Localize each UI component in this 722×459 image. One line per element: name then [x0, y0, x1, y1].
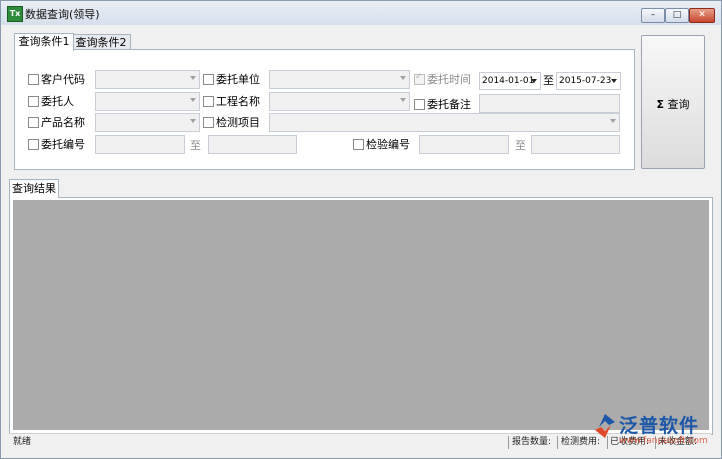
chevron-down-icon [611, 79, 617, 83]
consign-time-checkbox[interactable] [414, 72, 425, 85]
consign-no-to-label: 至 [190, 139, 201, 152]
chevron-down-icon [190, 76, 196, 80]
brand-url: www.fanpusoft.com [619, 436, 708, 446]
chevron-down-icon [531, 79, 537, 83]
client-unit-combo[interactable] [269, 70, 410, 89]
client-person-label: 委托人 [41, 95, 74, 108]
inspect-no-label: 检验编号 [366, 138, 410, 151]
tab-criteria-1[interactable]: 查询条件1 [14, 33, 74, 51]
date-to-value: 2015-07-23 [559, 76, 612, 86]
consign-no-checkbox[interactable] [28, 139, 39, 150]
customer-code-combo[interactable] [95, 70, 200, 89]
maximize-button[interactable]: □ [665, 8, 689, 23]
test-item-label: 检测项目 [216, 116, 260, 129]
results-panel [9, 197, 713, 435]
status-text: 就绪 [13, 437, 32, 447]
criteria-panel: 客户代码 委托单位 委托时间 2014-01-01 至 2015-07-23 委… [14, 49, 635, 170]
client-unit-checkbox[interactable] [203, 74, 214, 85]
customer-code-label: 客户代码 [41, 73, 85, 86]
query-button-label: 查询 [667, 98, 690, 111]
consign-no-to-input[interactable] [208, 135, 297, 154]
tab-query-results[interactable]: 查询结果 [9, 179, 59, 198]
project-name-label: 工程名称 [216, 95, 260, 108]
query-window: Tx 数据查询(领导) – □ ✕ 查询条件1 查询条件2 客户代码 委托单位 … [0, 0, 722, 459]
product-name-checkbox[interactable] [28, 117, 39, 128]
inspect-no-to-label: 至 [515, 139, 526, 152]
status-divider [508, 436, 509, 449]
consign-no-label: 委托编号 [41, 138, 85, 151]
window-title: 数据查询(领导) [25, 8, 100, 21]
consign-remark-input[interactable] [479, 94, 620, 113]
results-grid[interactable] [13, 200, 709, 430]
report-count-label: 报告数量: [512, 437, 552, 447]
inspect-no-checkbox[interactable] [353, 139, 364, 150]
consign-no-from-input[interactable] [95, 135, 185, 154]
test-item-combo[interactable] [269, 113, 620, 132]
client-person-checkbox[interactable] [28, 96, 39, 107]
status-divider [557, 436, 558, 449]
app-icon: Tx [7, 6, 23, 22]
test-item-checkbox[interactable] [203, 117, 214, 128]
consign-time-to-label: 至 [543, 74, 554, 87]
sigma-icon: Σ [656, 98, 664, 111]
consign-remark-checkbox[interactable] [414, 99, 425, 110]
inspect-no-to-input[interactable] [531, 135, 620, 154]
close-button[interactable]: ✕ [689, 8, 715, 23]
chevron-down-icon [190, 98, 196, 102]
project-name-checkbox[interactable] [203, 96, 214, 107]
customer-code-checkbox[interactable] [28, 74, 39, 85]
client-unit-label: 委托单位 [216, 73, 260, 86]
chevron-down-icon [400, 76, 406, 80]
minimize-button[interactable]: – [641, 8, 665, 23]
brand-logo-icon [595, 414, 615, 438]
product-name-label: 产品名称 [41, 116, 85, 129]
date-from-value: 2014-01-01 [482, 76, 535, 86]
project-name-combo[interactable] [269, 92, 410, 111]
product-name-combo[interactable] [95, 113, 200, 132]
client-person-combo[interactable] [95, 92, 200, 111]
brand-watermark: 泛普软件 www.fanpusoft.com [593, 411, 718, 451]
chevron-down-icon [400, 98, 406, 102]
query-button[interactable]: Σ 查询 [641, 35, 705, 169]
chevron-down-icon [190, 119, 196, 123]
consign-remark-label: 委托备注 [427, 98, 471, 111]
consign-time-from-date[interactable]: 2014-01-01 [479, 72, 541, 90]
consign-time-to-date[interactable]: 2015-07-23 [556, 72, 621, 90]
brand-text: 泛普软件 [619, 415, 700, 437]
consign-time-label: 委托时间 [427, 73, 471, 86]
inspect-no-from-input[interactable] [419, 135, 509, 154]
title-bar[interactable]: Tx 数据查询(领导) – □ ✕ [1, 1, 721, 25]
chevron-down-icon [610, 119, 616, 123]
